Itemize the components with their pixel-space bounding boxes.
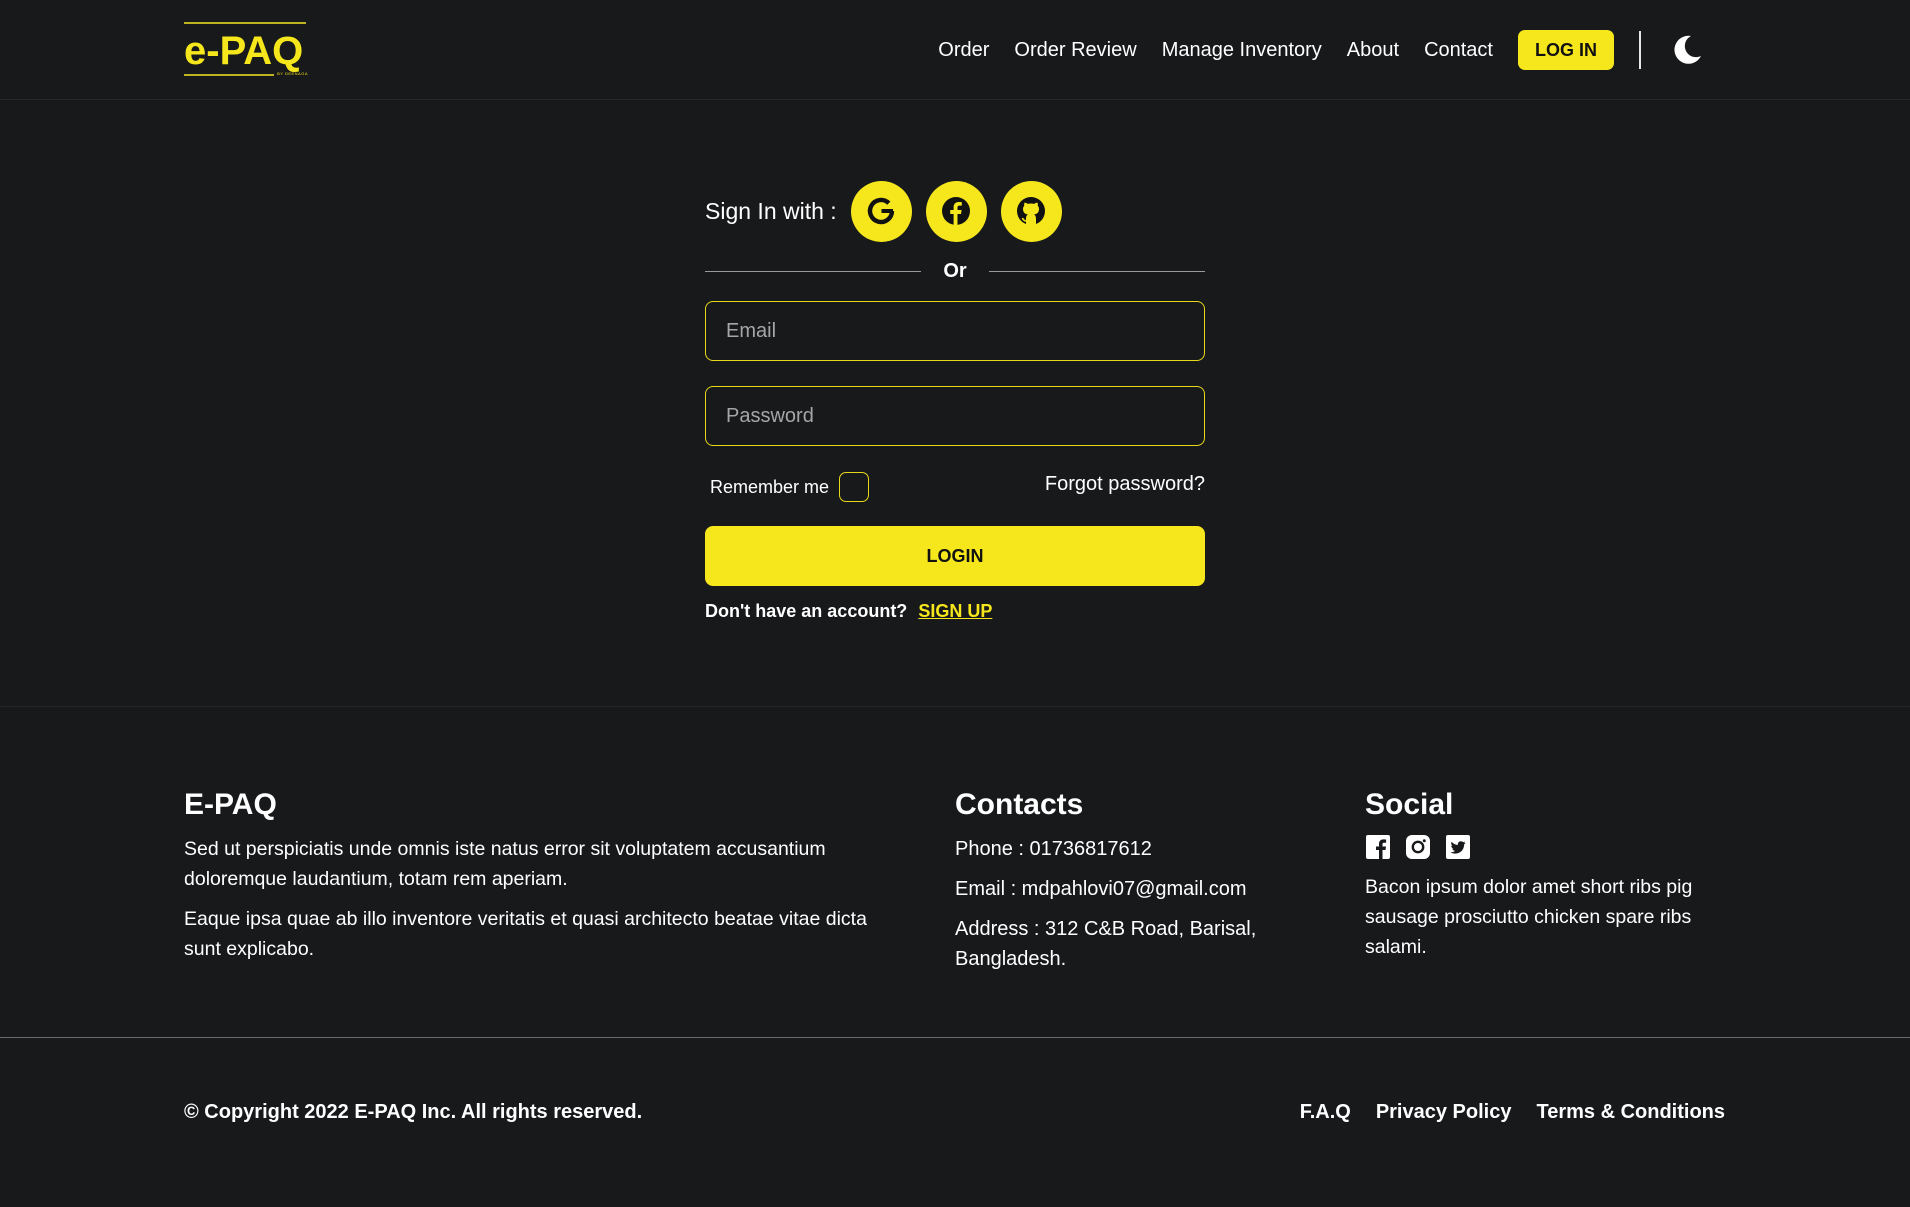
copyright-text: © Copyright 2022 E-PAQ Inc. All rights r… (184, 1101, 643, 1123)
footer-divider (0, 1037, 1910, 1038)
contact-phone: Phone : 01736817612 (955, 838, 1152, 860)
password-input[interactable] (705, 386, 1205, 446)
signin-label: Sign In with : (705, 197, 837, 224)
or-label: Or (943, 259, 967, 282)
or-divider: Or (705, 258, 1205, 284)
main-nav: Order Order Review Manage Inventory Abou… (938, 30, 1705, 70)
svg-text:e-PAQ: e-PAQ (184, 29, 303, 73)
github-signin-button[interactable] (1000, 180, 1062, 242)
no-account-text: Don't have an account? (705, 601, 908, 621)
signup-link[interactable]: SIGN UP (918, 601, 992, 621)
nav-link-order[interactable]: Order (938, 39, 989, 62)
nav-login-button[interactable]: LOG IN (1518, 30, 1614, 70)
footer-contacts-heading: Contacts (955, 788, 1084, 821)
github-icon (1017, 197, 1046, 225)
footer-twitter-link[interactable] (1445, 834, 1471, 860)
facebook-signin-button[interactable] (925, 180, 987, 242)
signup-row: Don't have an account? SIGN UP (705, 601, 992, 622)
footer-instagram-link[interactable] (1405, 834, 1431, 860)
footer-contacts: Contacts Phone : 01736817612 Email : mdp… (955, 788, 1315, 984)
nav-link-about[interactable]: About (1347, 39, 1399, 62)
remember-me[interactable]: Remember me (710, 472, 870, 502)
email-input[interactable] (705, 301, 1205, 361)
footer-bottom-links: F.A.Q Privacy Policy Terms & Conditions (1275, 1101, 1725, 1124)
remember-label: Remember me (710, 476, 830, 497)
footer-about-paragraph-2: Eaque ipsa quae ab illo inventore verita… (184, 908, 867, 960)
footer-facebook-link[interactable] (1365, 834, 1391, 860)
remember-checkbox[interactable] (839, 472, 870, 502)
footer-about-heading: E-PAQ (184, 788, 277, 821)
nav-link-contact[interactable]: Contact (1424, 39, 1493, 62)
nav-link-manage-inventory[interactable]: Manage Inventory (1162, 39, 1322, 62)
footer-social-icons (1365, 834, 1725, 860)
logo-tagline: BY DEENAGA (277, 71, 308, 76)
contact-email: Email : mdpahlovi07@gmail.com (955, 878, 1247, 900)
google-icon (868, 197, 895, 225)
faq-link[interactable]: F.A.Q (1300, 1101, 1351, 1124)
or-line-left (705, 270, 922, 272)
signin-row: Sign In with : (705, 180, 1076, 242)
instagram-icon (1406, 835, 1430, 859)
footer-about-paragraph-1: Sed ut perspiciatis unde omnis iste natu… (184, 838, 826, 890)
privacy-policy-link[interactable]: Privacy Policy (1376, 1101, 1512, 1124)
moon-icon (1674, 35, 1701, 64)
logo-graphic: e-PAQ (184, 22, 306, 76)
footer-social: Social Bacon ipsum dolor amet short ribs… (1365, 788, 1725, 972)
footer-social-heading: Social (1365, 788, 1454, 821)
forgot-password-link[interactable]: Forgot password? (1005, 473, 1205, 496)
navbar: e-PAQ BY DEENAGA Order Order Review Mana… (0, 0, 1910, 100)
google-signin-button[interactable] (850, 180, 912, 242)
or-line-right (988, 270, 1205, 272)
contact-address: Address : 312 C&B Road, Barisal, Banglad… (955, 918, 1257, 970)
twitter-icon (1446, 835, 1470, 859)
login-submit-button[interactable]: LOGIN (705, 526, 1205, 586)
footer-about: E-PAQ Sed ut perspiciatis unde omnis ist… (184, 788, 904, 974)
nav-link-order-review[interactable]: Order Review (1014, 39, 1136, 62)
terms-conditions-link[interactable]: Terms & Conditions (1536, 1101, 1725, 1124)
footer-top-border (0, 706, 1910, 707)
nav-divider (1639, 31, 1641, 69)
facebook-icon (1366, 835, 1390, 859)
brand-logo[interactable]: e-PAQ BY DEENAGA (184, 22, 308, 78)
theme-toggle[interactable] (1669, 32, 1705, 68)
facebook-icon (942, 197, 971, 225)
footer-social-text: Bacon ipsum dolor amet short ribs pig sa… (1365, 876, 1693, 958)
